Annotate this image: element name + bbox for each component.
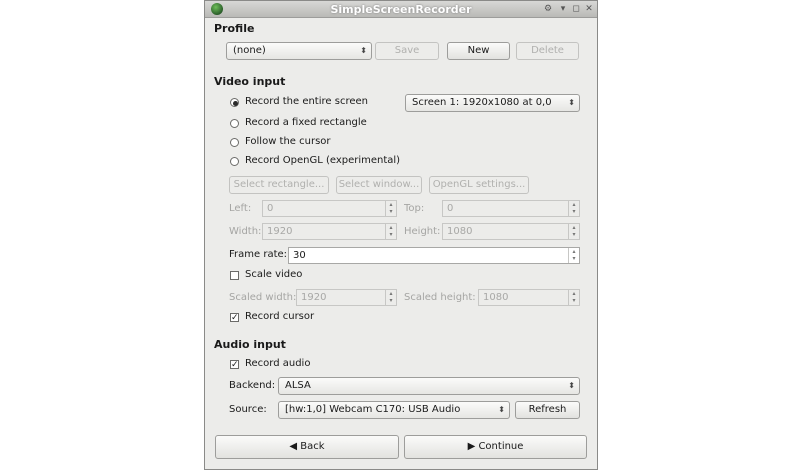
spin-arrows-icon: ▴ ▾ (385, 224, 396, 239)
delete-profile-button[interactable]: Delete (516, 42, 579, 60)
check-icon: ✓ (231, 360, 239, 370)
scaled-width-label: Scaled width: (229, 292, 297, 303)
frame-rate-spinbox[interactable]: 30 ▴ ▾ (288, 247, 580, 264)
select-window-button[interactable]: Select window... (336, 176, 422, 194)
source-select[interactable]: [hw:1,0] Webcam C170: USB Audio ⬍ (278, 401, 510, 419)
arrow-left-icon: ◀ (289, 441, 301, 452)
scaled-height-label: Scaled height: (404, 292, 476, 303)
back-button[interactable]: ◀ Back (215, 435, 399, 459)
scaled-height-spinbox[interactable]: 1080 ▴ ▾ (478, 289, 580, 306)
save-profile-button[interactable]: Save (375, 42, 439, 60)
continue-label: Continue (478, 441, 524, 452)
width-value: 1920 (267, 226, 293, 237)
record-cursor-checkbox[interactable]: ✓ (230, 313, 239, 323)
left-value: 0 (267, 203, 274, 214)
new-profile-button[interactable]: New (447, 42, 510, 60)
combo-arrow-icon: ⬍ (498, 405, 505, 414)
back-label: Back (300, 441, 325, 452)
opengl-settings-button[interactable]: OpenGL settings... (429, 176, 529, 194)
radio-opengl[interactable] (230, 157, 239, 166)
height-label: Height: (404, 226, 441, 237)
spin-arrows-icon: ▴ ▾ (568, 224, 579, 239)
backend-select-value: ALSA (285, 380, 311, 391)
audio-input-heading: Audio input (214, 338, 286, 351)
main-window: SimpleScreenRecorder ⚙ ▾ ◻ ✕ Profile (no… (204, 0, 598, 470)
top-spinbox[interactable]: 0 ▴ ▾ (442, 200, 580, 217)
combo-arrow-icon: ⬍ (568, 98, 575, 107)
top-label: Top: (404, 203, 425, 214)
profile-heading: Profile (214, 22, 255, 35)
label-opengl: Record OpenGL (experimental) (245, 155, 401, 166)
radio-entire-screen[interactable] (230, 98, 239, 107)
title-bar[interactable]: SimpleScreenRecorder ⚙ ▾ ◻ ✕ (205, 1, 597, 18)
spin-arrows-icon: ▴ ▾ (568, 201, 579, 216)
scaled-width-spinbox[interactable]: 1920 ▴ ▾ (296, 289, 397, 306)
label-entire-screen: Record the entire screen (245, 96, 368, 107)
check-icon: ✓ (231, 313, 239, 323)
combo-arrow-icon: ⬍ (360, 46, 367, 55)
profile-select-value: (none) (233, 45, 266, 56)
scaled-height-value: 1080 (483, 292, 509, 303)
close-icon[interactable]: ✕ (583, 3, 595, 15)
label-follow-cursor: Follow the cursor (245, 136, 331, 147)
combo-arrow-icon: ⬍ (568, 381, 575, 390)
record-audio-label: Record audio (245, 358, 311, 369)
continue-button[interactable]: ▶ Continue (404, 435, 587, 459)
record-audio-checkbox[interactable]: ✓ (230, 360, 239, 370)
top-value: 0 (447, 203, 454, 214)
backend-select[interactable]: ALSA ⬍ (278, 377, 580, 395)
arrow-right-icon: ▶ (467, 441, 479, 452)
width-label: Width: (229, 226, 262, 237)
scale-video-checkbox[interactable] (230, 271, 239, 280)
refresh-button[interactable]: Refresh (515, 401, 580, 419)
spin-arrows-icon: ▴ ▾ (385, 290, 396, 305)
height-value: 1080 (447, 226, 473, 237)
scaled-width-value: 1920 (301, 292, 327, 303)
screen-select-value: Screen 1: 1920x1080 at 0,0 (412, 97, 552, 108)
frame-rate-value: 30 (293, 250, 306, 261)
spin-arrows-icon: ▴ ▾ (385, 201, 396, 216)
select-rectangle-button[interactable]: Select rectangle... (229, 176, 329, 194)
spin-arrows-icon: ▴ ▾ (568, 248, 579, 263)
menu-icon[interactable]: ⚙ (542, 3, 554, 15)
screen-select[interactable]: Screen 1: 1920x1080 at 0,0 ⬍ (405, 94, 580, 112)
source-select-value: [hw:1,0] Webcam C170: USB Audio (285, 404, 461, 415)
video-input-heading: Video input (214, 75, 286, 88)
scale-video-label: Scale video (245, 269, 303, 280)
left-label: Left: (229, 203, 252, 214)
backend-label: Backend: (229, 380, 276, 391)
height-spinbox[interactable]: 1080 ▴ ▾ (442, 223, 580, 240)
width-spinbox[interactable]: 1920 ▴ ▾ (262, 223, 397, 240)
frame-rate-label: Frame rate: (229, 249, 288, 260)
label-fixed-rectangle: Record a fixed rectangle (245, 117, 367, 128)
radio-follow-cursor[interactable] (230, 138, 239, 147)
spin-arrows-icon: ▴ ▾ (568, 290, 579, 305)
radio-fixed-rectangle[interactable] (230, 119, 239, 128)
left-spinbox[interactable]: 0 ▴ ▾ (262, 200, 397, 217)
source-label: Source: (229, 404, 267, 415)
window-title: SimpleScreenRecorder (330, 3, 472, 16)
maximize-icon[interactable]: ◻ (570, 3, 582, 15)
profile-select[interactable]: (none) ⬍ (226, 42, 372, 60)
minimize-icon[interactable]: ▾ (557, 3, 569, 15)
record-cursor-label: Record cursor (245, 311, 315, 322)
